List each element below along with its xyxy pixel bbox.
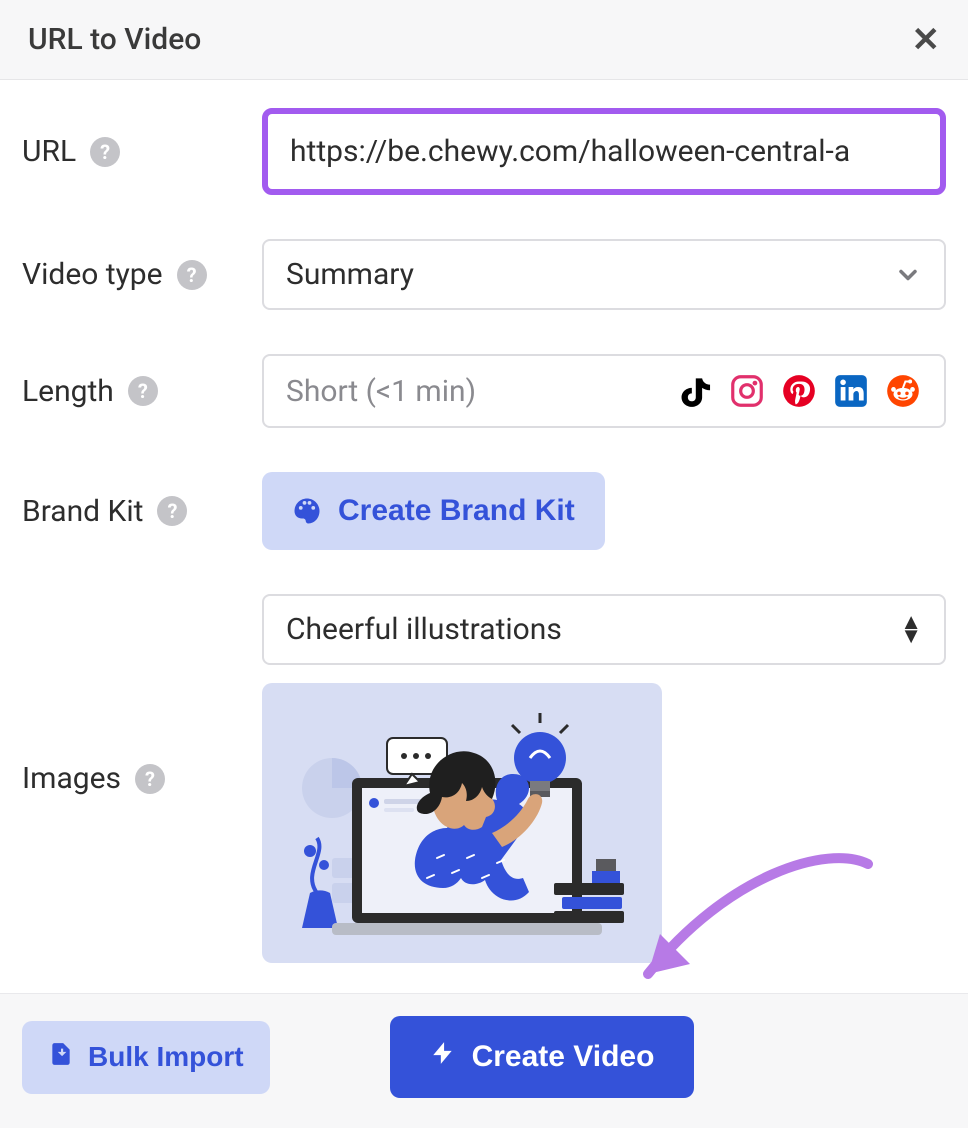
pinterest-icon: [780, 372, 818, 410]
form-row-brand-kit: Brand Kit ? Create Brand Kit: [22, 472, 946, 550]
help-icon[interactable]: ?: [90, 137, 120, 167]
video-type-select[interactable]: Summary: [262, 239, 946, 310]
control-brand-kit: Create Brand Kit: [262, 472, 946, 550]
reddit-icon: [884, 372, 922, 410]
sort-icon: ▲▼: [900, 616, 922, 642]
label-images: Images ?: [22, 761, 262, 796]
control-images: Cheerful illustrations ▲▼: [262, 594, 946, 963]
length-placeholder: Short (<1 min): [286, 374, 476, 409]
modal-title: URL to Video: [28, 22, 201, 57]
close-icon: ✕: [912, 21, 941, 59]
label-text-url: URL: [22, 134, 76, 169]
import-icon: [48, 1041, 74, 1074]
label-brand-kit: Brand Kit ?: [22, 494, 262, 529]
help-icon[interactable]: ?: [177, 260, 207, 290]
chevron-down-icon: [894, 261, 922, 289]
close-button[interactable]: ✕: [912, 23, 941, 57]
control-url: [262, 108, 946, 195]
social-icons-group: [676, 372, 922, 410]
modal-header: URL to Video ✕: [0, 0, 968, 80]
control-length: Short (<1 min): [262, 354, 946, 428]
help-icon[interactable]: ?: [135, 764, 165, 794]
create-video-label: Create Video: [472, 1040, 655, 1074]
control-video-type: Summary: [262, 239, 946, 310]
label-text-video-type: Video type: [22, 257, 163, 292]
images-select[interactable]: Cheerful illustrations ▲▼: [262, 594, 946, 665]
label-length: Length ?: [22, 374, 262, 409]
form-row-url: URL ?: [22, 108, 946, 195]
palette-icon: [292, 496, 322, 526]
tiktok-icon: [676, 372, 714, 410]
form-row-length: Length ? Short (<1 min): [22, 354, 946, 428]
length-select[interactable]: Short (<1 min): [262, 354, 946, 428]
label-text-length: Length: [22, 374, 114, 409]
modal-footer: Bulk Import Create Video: [0, 993, 968, 1128]
instagram-icon: [728, 372, 766, 410]
lightning-icon: [430, 1040, 456, 1074]
url-highlight: [262, 108, 946, 195]
form-row-video-type: Video type ? Summary: [22, 239, 946, 310]
label-url: URL ?: [22, 134, 262, 169]
create-brand-kit-button[interactable]: Create Brand Kit: [262, 472, 605, 550]
images-value: Cheerful illustrations: [286, 612, 562, 647]
label-video-type: Video type ?: [22, 257, 262, 292]
create-video-button[interactable]: Create Video: [390, 1016, 695, 1098]
label-text-brand-kit: Brand Kit: [22, 494, 143, 529]
url-input[interactable]: [268, 114, 940, 189]
bulk-import-label: Bulk Import: [88, 1041, 244, 1073]
help-icon[interactable]: ?: [157, 496, 187, 526]
modal-body: URL ? Video type ? Summary Length ?: [0, 80, 968, 963]
help-icon[interactable]: ?: [128, 376, 158, 406]
label-text-images: Images: [22, 761, 121, 796]
image-style-preview: [262, 683, 662, 963]
brand-kit-button-label: Create Brand Kit: [338, 494, 575, 528]
video-type-value: Summary: [286, 257, 414, 292]
form-row-images: Images ? Cheerful illustrations ▲▼: [22, 594, 946, 963]
bulk-import-button[interactable]: Bulk Import: [22, 1021, 270, 1094]
linkedin-icon: [832, 372, 870, 410]
